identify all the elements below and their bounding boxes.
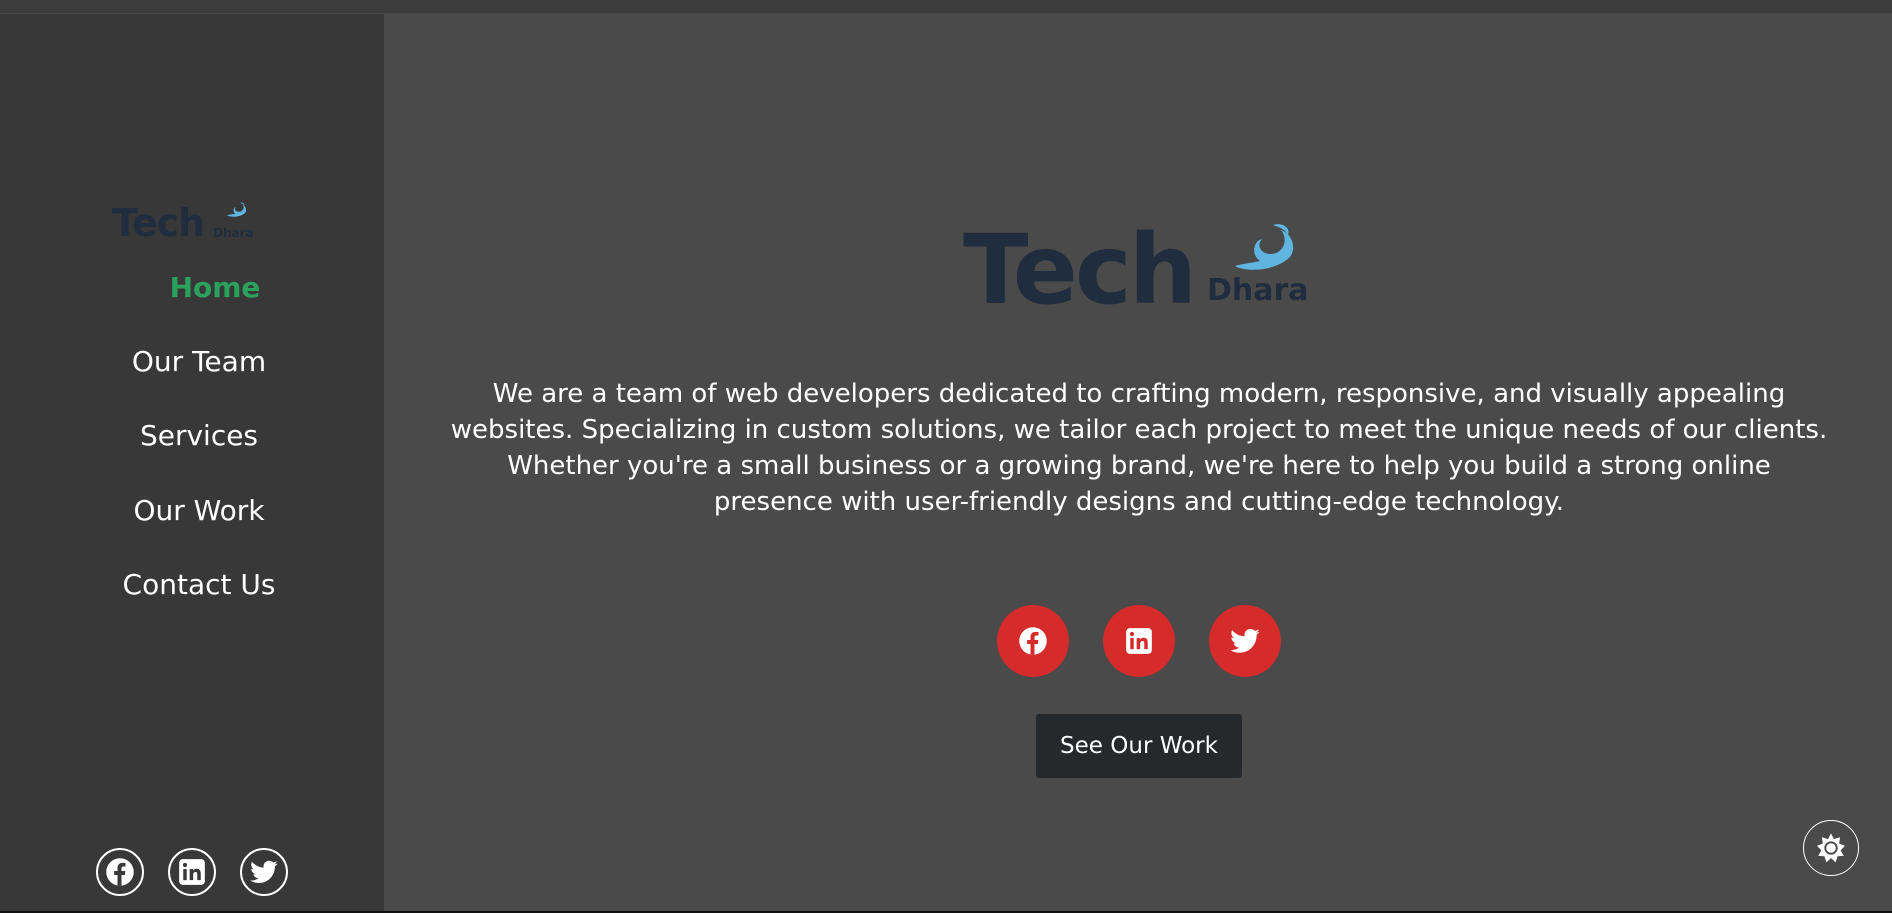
- facebook-icon: [1019, 627, 1047, 655]
- nav-item-services[interactable]: Services: [7, 418, 391, 454]
- linkedin-icon: [179, 859, 205, 885]
- twitter-icon: [250, 860, 278, 883]
- nav-item-our-team[interactable]: Our Team: [7, 344, 391, 380]
- facebook-button[interactable]: [997, 605, 1069, 677]
- sidebar: Tech Dhara Home Our Team Services Our Wo…: [0, 14, 384, 911]
- hero-description: We are a team of web developers dedicate…: [450, 379, 1828, 517]
- sun-icon: [1817, 833, 1845, 863]
- nav-item-home[interactable]: Home: [23, 270, 407, 306]
- logo-sub: Dhara: [213, 226, 254, 240]
- wave-logo-icon: [1235, 224, 1294, 270]
- nav-item-our-work[interactable]: Our Work: [7, 493, 391, 529]
- nav-item-contact-us[interactable]: Contact Us: [7, 567, 391, 603]
- theme-toggle-button[interactable]: [1803, 820, 1859, 876]
- logo-word: Tech: [112, 201, 205, 245]
- app-window: Tech Dhara Home Our Team Services Our Wo…: [0, 0, 1892, 913]
- facebook-icon: [106, 858, 134, 886]
- twitter-icon: [1230, 629, 1260, 653]
- facebook-link[interactable]: [96, 848, 144, 896]
- wave-logo-icon: [227, 202, 247, 217]
- linkedin-icon: [1126, 628, 1152, 654]
- sidebar-logo[interactable]: Tech Dhara: [112, 182, 262, 242]
- top-bar: [0, 0, 1892, 14]
- linkedin-button[interactable]: [1103, 605, 1175, 677]
- hero-logo-sub: Dhara: [1207, 273, 1309, 308]
- linkedin-link[interactable]: [168, 848, 216, 896]
- twitter-link[interactable]: [240, 848, 288, 896]
- see-our-work-button[interactable]: See Our Work: [1036, 714, 1242, 778]
- hero-logo-word: Tech: [963, 214, 1197, 326]
- hero-logo: Tech Dhara: [963, 218, 1323, 318]
- twitter-button[interactable]: [1209, 605, 1281, 677]
